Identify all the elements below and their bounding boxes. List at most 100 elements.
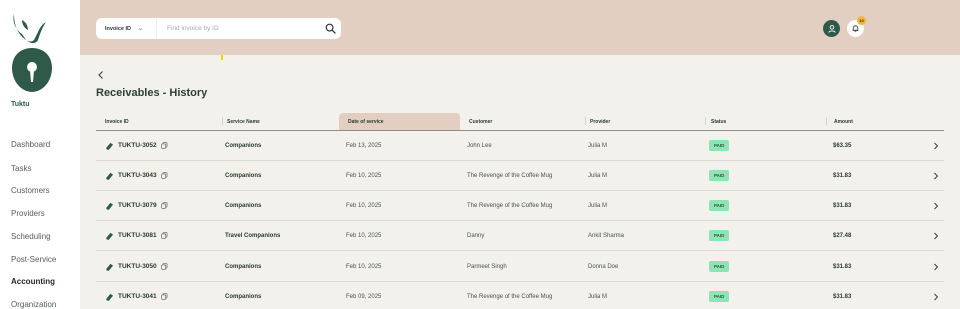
- provider-cell: Julia M: [588, 202, 608, 209]
- tuktu-logo-icon: [12, 14, 52, 92]
- customer-cell: Danny: [467, 232, 485, 239]
- status-cell: PAID: [709, 161, 730, 190]
- column-header-date-of-service[interactable]: Date of service: [339, 113, 460, 130]
- table-row[interactable]: TUKTU-3043 Companions Feb 10, 2025 The Reve…: [96, 161, 944, 191]
- copy-icon[interactable]: [161, 202, 168, 209]
- provider-cell: Julia M: [588, 172, 608, 179]
- sidebar-item-tasks[interactable]: Tasks: [11, 164, 31, 173]
- amount-cell: $31.83: [833, 172, 852, 179]
- chevron-right-icon[interactable]: [932, 161, 940, 190]
- provider-cell: Julia M: [588, 142, 608, 149]
- status-cell: PAID: [709, 131, 730, 160]
- search-field-label: Invoice ID: [105, 25, 131, 32]
- status-badge: PAID: [709, 261, 730, 272]
- customer-cell: John Lee: [467, 142, 492, 149]
- sidebar-item-scheduling[interactable]: Scheduling: [11, 232, 51, 241]
- customer-cell: The Revenge of the Coffee Mug: [467, 293, 553, 300]
- amount-cell: $31.83: [833, 202, 852, 209]
- document-icon: [105, 202, 114, 210]
- sidebar-item-organization[interactable]: Organization: [11, 300, 56, 309]
- sidebar-item-accounting[interactable]: Accounting: [11, 277, 55, 286]
- invoice-id-text[interactable]: TUKTU-3050: [118, 263, 157, 270]
- chevron-right-icon[interactable]: [932, 191, 940, 220]
- chevron-right-icon[interactable]: [932, 282, 940, 309]
- date-of-service-cell: Feb 13, 2025: [346, 142, 382, 149]
- date-of-service-cell: Feb 09, 2025: [346, 293, 382, 300]
- sidebar: Tuktu Dashboard Tasks Customers Provider…: [0, 0, 80, 309]
- copy-icon[interactable]: [161, 263, 168, 270]
- user-icon: [827, 24, 836, 33]
- chevron-right-icon[interactable]: [932, 252, 940, 281]
- status-cell: PAID: [709, 221, 730, 250]
- search-icon[interactable]: [319, 18, 341, 39]
- chevron-down-icon: ⌄: [137, 26, 144, 32]
- date-of-service-cell: Feb 10, 2025: [346, 172, 382, 179]
- invoice-id-cell: TUKTU-3079: [105, 191, 168, 220]
- service-name-cell: Companions: [225, 263, 262, 270]
- column-header-status[interactable]: Status: [702, 113, 823, 130]
- sidebar-item-customers[interactable]: Customers: [11, 186, 50, 195]
- service-name-cell: Companions: [225, 202, 262, 209]
- date-of-service-cell: Feb 10, 2025: [346, 202, 382, 209]
- column-header-customer[interactable]: Customer: [460, 113, 581, 130]
- provider-cell: Julia M: [588, 293, 608, 300]
- document-icon: [105, 172, 114, 180]
- sidebar-item-dashboard[interactable]: Dashboard: [11, 140, 50, 149]
- column-header-provider[interactable]: Provider: [581, 113, 702, 130]
- sidebar-item-providers[interactable]: Providers: [11, 209, 45, 218]
- invoice-id-text[interactable]: TUKTU-3041: [118, 293, 157, 300]
- provider-cell: Donna Doe: [588, 263, 619, 270]
- customer-cell: Parmeet Singh: [467, 263, 507, 270]
- page-title: Receivables - History: [96, 87, 208, 99]
- status-badge: PAID: [709, 291, 730, 302]
- invoice-search-input[interactable]: [157, 25, 319, 32]
- copy-icon[interactable]: [161, 232, 168, 239]
- invoice-id-cell: TUKTU-3041: [105, 282, 168, 309]
- status-cell: PAID: [709, 252, 730, 281]
- invoice-id-text[interactable]: TUKTU-3081: [118, 232, 157, 239]
- invoice-id-cell: TUKTU-3081: [105, 221, 168, 250]
- table-row[interactable]: TUKTU-3081 Travel Companions Feb 10, 2025 D…: [96, 221, 944, 251]
- amount-cell: $27.48: [833, 232, 852, 239]
- copy-icon[interactable]: [161, 142, 168, 149]
- focus-marker: [221, 55, 223, 60]
- customer-cell: The Revenge of the Coffee Mug: [467, 202, 553, 209]
- status-badge: PAID: [709, 230, 730, 241]
- invoice-search-bar: Invoice ID ⌄: [96, 18, 341, 39]
- status-cell: PAID: [709, 191, 730, 220]
- status-badge: PAID: [709, 200, 730, 211]
- column-header-invoice-id[interactable]: Invoice ID: [96, 113, 217, 130]
- column-header-amount[interactable]: Amount: [825, 113, 944, 130]
- invoice-id-text[interactable]: TUKTU-3079: [118, 202, 157, 209]
- copy-icon[interactable]: [161, 293, 168, 300]
- service-name-cell: Companions: [225, 172, 262, 179]
- table-row[interactable]: TUKTU-3052 Companions Feb 13, 2025 John Lee…: [96, 131, 944, 161]
- amount-cell: $31.83: [833, 293, 852, 300]
- invoice-id-text[interactable]: TUKTU-3052: [118, 142, 157, 149]
- document-icon: [105, 232, 114, 240]
- table-row[interactable]: TUKTU-3079 Companions Feb 10, 2025 The Reve…: [96, 191, 944, 221]
- amount-cell: $63.35: [833, 142, 852, 149]
- invoice-id-text[interactable]: TUKTU-3043: [118, 172, 157, 179]
- table-row[interactable]: TUKTU-3050 Companions Feb 10, 2025 Parmeet …: [96, 252, 944, 282]
- user-avatar-button[interactable]: [823, 20, 840, 37]
- chevron-right-icon[interactable]: [932, 131, 940, 160]
- table-row[interactable]: TUKTU-3041 Companions Feb 09, 2025 The Reve…: [96, 282, 944, 309]
- document-icon: [105, 263, 114, 271]
- status-badge: PAID: [709, 140, 730, 151]
- provider-cell: Ankit Sharma: [588, 232, 625, 239]
- bell-icon: [852, 25, 859, 33]
- top-header: Invoice ID ⌄ 10: [80, 0, 960, 55]
- sidebar-item-post-service[interactable]: Post-Service: [11, 255, 56, 264]
- status-badge: PAID: [709, 170, 730, 181]
- column-header-service-name[interactable]: Service Name: [218, 113, 339, 130]
- chevron-right-icon[interactable]: [932, 221, 940, 250]
- back-chevron-left-icon[interactable]: [96, 70, 106, 80]
- invoice-id-cell: TUKTU-3052: [105, 131, 168, 160]
- document-icon: [105, 293, 114, 301]
- copy-icon[interactable]: [161, 172, 168, 179]
- customer-cell: The Revenge of the Coffee Mug: [467, 172, 553, 179]
- service-name-cell: Companions: [225, 293, 262, 300]
- date-of-service-cell: Feb 10, 2025: [346, 232, 382, 239]
- search-field-select[interactable]: Invoice ID ⌄: [96, 18, 157, 39]
